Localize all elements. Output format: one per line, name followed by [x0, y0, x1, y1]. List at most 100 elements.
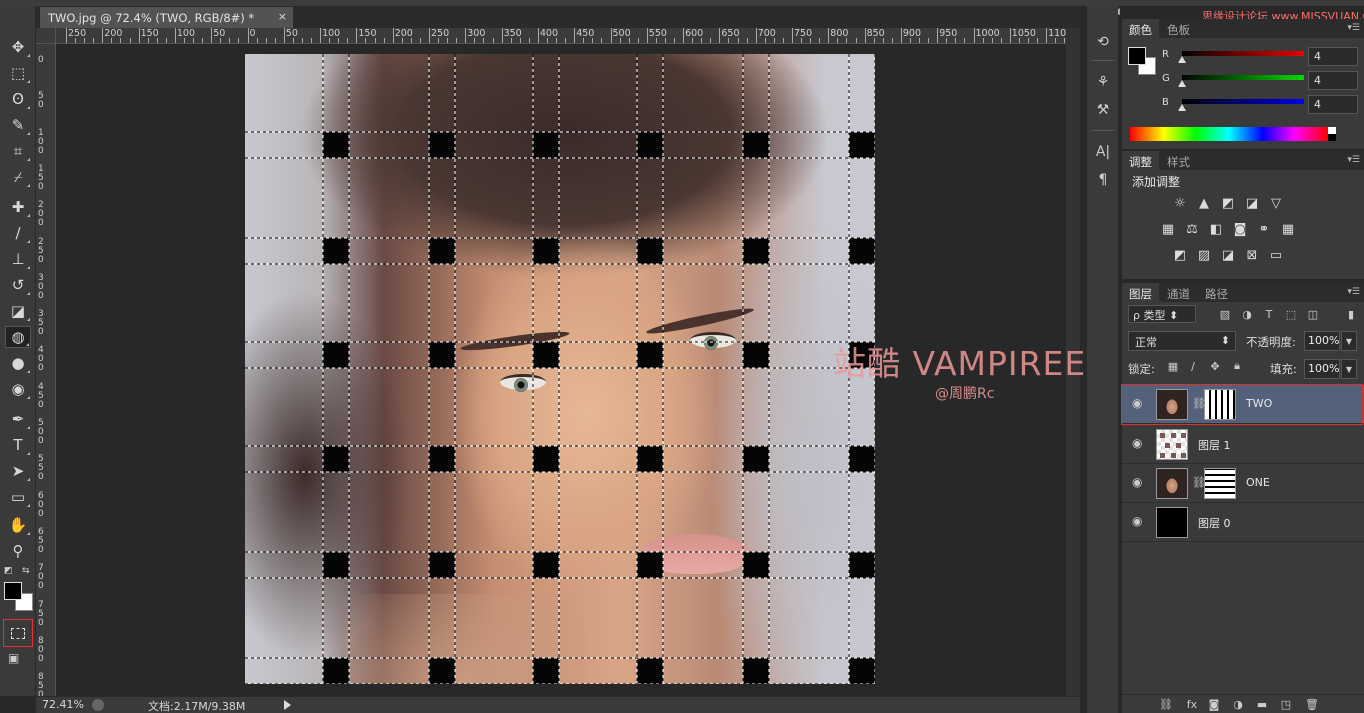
color-panel-swatches[interactable] [1128, 47, 1158, 77]
default-colors-icon[interactable]: ◩ [4, 566, 13, 576]
color-swatches[interactable] [4, 582, 34, 612]
fill-field[interactable]: 100% [1304, 359, 1340, 379]
tab-channels[interactable]: 通道 [1160, 283, 1197, 302]
visibility-eye-icon[interactable]: ◉ [1132, 436, 1148, 450]
gradient-map-icon[interactable]: ▭ [1268, 247, 1284, 263]
brush-tool-icon[interactable]: ∕ [5, 222, 31, 244]
delete-layer-icon[interactable]: 🗑︎ [1304, 697, 1320, 711]
layer-name[interactable]: TWO [1246, 397, 1272, 410]
layer-row-one[interactable]: ◉ ⛓ ONE [1122, 464, 1364, 503]
panel-menu-icon[interactable]: ▾☰ [1347, 23, 1360, 33]
blue-slider[interactable]: B 4 [1162, 95, 1362, 115]
add-mask-icon[interactable]: ◙ [1206, 697, 1222, 711]
screen-mode-icon[interactable]: ▣ [8, 651, 28, 667]
tab-paths[interactable]: 路径 [1198, 283, 1235, 302]
tab-styles[interactable]: 样式 [1160, 151, 1197, 170]
opacity-field[interactable]: 100% [1304, 331, 1340, 351]
visibility-eye-icon[interactable]: ◉ [1132, 396, 1148, 410]
layer-row-layer0[interactable]: ◉ 图层 0 [1122, 503, 1364, 542]
tab-layers[interactable]: 图层 [1122, 283, 1159, 302]
layer-thumbnail[interactable] [1156, 507, 1188, 538]
crop-tool-icon[interactable]: ⌗ [5, 140, 31, 162]
visibility-eye-icon[interactable]: ◉ [1132, 475, 1148, 489]
status-menu-arrow-icon[interactable] [284, 700, 291, 710]
new-adjustment-icon[interactable]: ◑ [1230, 697, 1246, 711]
red-value-field[interactable]: 4 [1308, 47, 1358, 66]
link-layers-icon[interactable]: ⛓ [1158, 697, 1174, 711]
zoom-tool-icon[interactable]: ⚲ [5, 540, 31, 562]
curves-icon[interactable]: ◩ [1220, 195, 1236, 211]
type-filter-icon[interactable]: T [1262, 307, 1276, 321]
lasso-tool-icon[interactable]: ʘ [5, 88, 31, 110]
exposure-icon[interactable]: ◪ [1244, 195, 1260, 211]
smart-object-filter-icon[interactable]: ◫ [1306, 307, 1320, 321]
type-tool-icon[interactable]: T [5, 434, 31, 456]
history-brush-tool-icon[interactable]: ↺ [5, 274, 31, 296]
quick-select-tool-icon[interactable]: ✎ [5, 114, 31, 136]
tab-adjustments[interactable]: 调整 [1122, 151, 1159, 170]
document-tab[interactable]: TWO.jpg @ 72.4% (TWO, RGB/8#) * × [40, 7, 293, 28]
pixel-filter-icon[interactable]: ▧ [1218, 307, 1232, 321]
character-panel-icon[interactable]: A| [1093, 142, 1113, 162]
brush-presets-icon[interactable]: ⚘ [1093, 72, 1113, 92]
layer-name[interactable]: 图层 0 [1198, 515, 1231, 531]
rectangle-tool-icon[interactable]: ▭ [5, 486, 31, 508]
paint-bucket-tool-icon[interactable]: ◍ [5, 326, 31, 348]
history-panel-icon[interactable]: ⟲ [1093, 32, 1113, 52]
lock-transparency-icon[interactable]: ▦ [1166, 359, 1180, 373]
lock-position-icon[interactable]: ✥ [1208, 359, 1222, 373]
shape-filter-icon[interactable]: ⬚ [1284, 307, 1298, 321]
blur-tool-icon[interactable]: ● [5, 352, 31, 374]
close-icon[interactable]: × [278, 10, 287, 23]
blue-value-field[interactable]: 4 [1308, 95, 1358, 114]
swap-colors-icon[interactable]: ⇆ [22, 566, 30, 576]
color-balance-icon[interactable]: ⚖ [1184, 221, 1200, 237]
invert-icon[interactable]: ◩ [1172, 247, 1188, 263]
layer-name[interactable]: 图层 1 [1198, 437, 1231, 453]
posterize-icon[interactable]: ▨ [1196, 247, 1212, 263]
dodge-tool-icon[interactable]: ◉ [5, 378, 31, 400]
new-group-icon[interactable]: ▬ [1254, 697, 1270, 711]
adjustment-filter-icon[interactable]: ◑ [1240, 307, 1254, 321]
zoom-level[interactable]: 72.41% [42, 698, 84, 711]
layer-kind-filter[interactable]: ρ 类型 ⬍ [1128, 305, 1196, 323]
lock-all-icon[interactable]: 🔒︎ [1230, 359, 1244, 373]
marquee-tool-icon[interactable]: ⬚ [5, 62, 31, 84]
healing-brush-tool-icon[interactable]: ✚ [5, 196, 31, 218]
layer-mask-thumbnail[interactable] [1204, 468, 1236, 499]
black-white-icon[interactable]: ◧ [1208, 221, 1224, 237]
green-slider[interactable]: G 4 [1162, 71, 1362, 91]
blend-mode-select[interactable]: 正常 ⬍ [1128, 331, 1236, 351]
hand-tool-icon[interactable]: ✋ [5, 514, 31, 536]
channel-mixer-icon[interactable]: ⚭ [1256, 221, 1272, 237]
quick-mask-button[interactable] [3, 619, 33, 647]
filter-toggle-icon[interactable]: ▮ [1344, 307, 1358, 321]
color-lookup-icon[interactable]: ▦ [1280, 221, 1296, 237]
paragraph-panel-icon[interactable]: ¶ [1093, 170, 1113, 190]
ruler-corner[interactable] [36, 28, 56, 44]
layer-thumbnail[interactable] [1156, 429, 1188, 460]
vertical-ruler[interactable]: 0 50 100 150 200 250 300 350 400 450 500 550 600 650 7… [36, 44, 56, 696]
visibility-eye-icon[interactable]: ◉ [1132, 514, 1148, 528]
fill-arrow-icon[interactable]: ▼ [1341, 359, 1357, 379]
vibrance-icon[interactable]: ▽ [1268, 195, 1284, 211]
eyedropper-tool-icon[interactable]: ⌿ [5, 166, 31, 188]
tool-presets-icon[interactable]: ⚒ [1093, 100, 1113, 120]
threshold-icon[interactable]: ◪ [1220, 247, 1236, 263]
selective-color-icon[interactable]: ⊠ [1244, 247, 1260, 263]
document-image[interactable] [245, 54, 875, 684]
layer-name[interactable]: ONE [1246, 476, 1270, 489]
panel-menu-icon[interactable]: ▾☰ [1347, 155, 1360, 165]
hue-saturation-icon[interactable]: ▦ [1160, 221, 1176, 237]
layer-style-icon[interactable]: fx [1184, 697, 1200, 711]
path-select-tool-icon[interactable]: ➤ [5, 460, 31, 482]
green-value-field[interactable]: 4 [1308, 71, 1358, 90]
layer-mask-thumbnail[interactable] [1204, 389, 1236, 420]
layer-row-two[interactable]: ◉ ⛓ TWO [1122, 385, 1364, 424]
layer-thumbnail[interactable] [1156, 468, 1188, 499]
photo-filter-icon[interactable]: ◙ [1232, 221, 1248, 237]
foreground-color-swatch[interactable] [4, 582, 22, 600]
red-slider[interactable]: R 4 [1162, 47, 1362, 67]
pen-tool-icon[interactable]: ✒ [5, 408, 31, 430]
panel-menu-icon[interactable]: ▾☰ [1347, 287, 1360, 297]
